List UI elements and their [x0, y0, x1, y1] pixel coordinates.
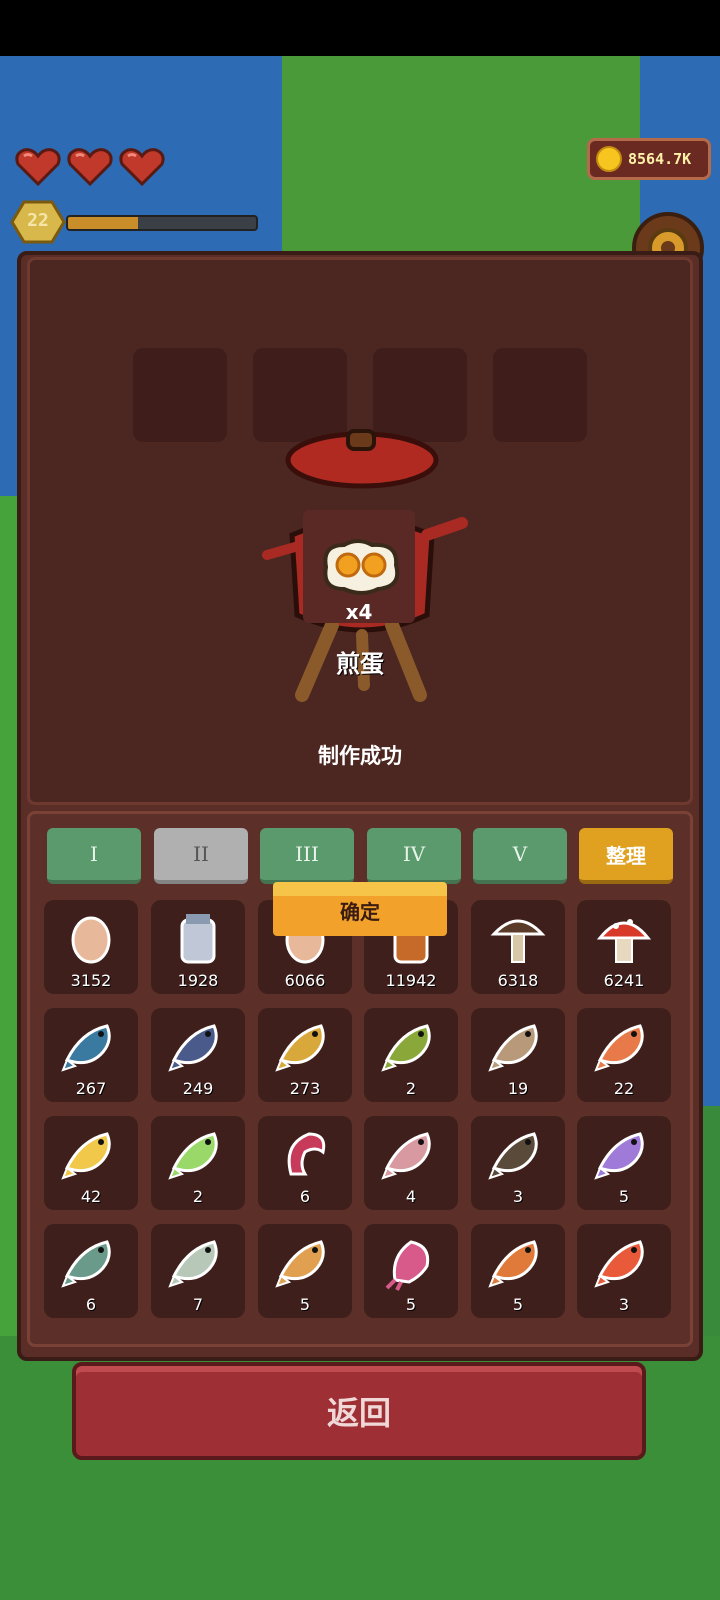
tab-tier-5[interactable]: V: [473, 828, 567, 884]
inventory-slot[interactable]: 249: [151, 1008, 245, 1102]
inventory-slot[interactable]: 42: [44, 1116, 138, 1210]
inventory-slot[interactable]: 6241: [577, 900, 671, 994]
fish-icon: [61, 1132, 111, 1180]
fish-icon: [488, 1240, 538, 1288]
fish-icon: [168, 1240, 218, 1288]
inventory-slot[interactable]: 2: [364, 1008, 458, 1102]
brown-mushroom-icon: [490, 919, 546, 963]
heart-icon: [67, 148, 113, 186]
item-quantity: 267: [75, 1079, 107, 1098]
item-quantity: 19: [507, 1079, 529, 1098]
inventory-slot[interactable]: 7: [151, 1224, 245, 1318]
heart-icon: [119, 148, 165, 186]
fish-icon: [61, 1024, 111, 1072]
result-count: x4: [345, 600, 373, 624]
item-quantity: 3152: [70, 971, 112, 990]
egg-icon: [71, 916, 111, 964]
item-quantity: 6318: [497, 971, 539, 990]
item-quantity: 5: [405, 1295, 417, 1314]
tab-tier-2[interactable]: II: [154, 828, 248, 884]
sort-button[interactable]: 整理: [579, 828, 673, 884]
inventory-slot[interactable]: 3: [577, 1224, 671, 1318]
inventory-slot[interactable]: 22: [577, 1008, 671, 1102]
fish-icon: [275, 1024, 325, 1072]
fish-icon: [61, 1240, 111, 1288]
fish-icon: [488, 1024, 538, 1072]
tab-tier-3[interactable]: III: [260, 828, 354, 884]
item-quantity: 5: [299, 1295, 311, 1314]
inventory-slot[interactable]: 19: [471, 1008, 565, 1102]
item-quantity: 22: [613, 1079, 635, 1098]
xp-bar-fill: [68, 217, 138, 229]
fried-egg-icon: [323, 539, 400, 595]
item-quantity: 6: [299, 1187, 311, 1206]
coin-counter[interactable]: 8564.7K: [587, 138, 711, 180]
item-quantity: 42: [80, 1187, 102, 1206]
squid-icon: [385, 1240, 430, 1291]
result-name: 煎蛋: [336, 650, 384, 678]
inventory-slot[interactable]: 5: [258, 1224, 352, 1318]
inventory-slot[interactable]: 6: [258, 1116, 352, 1210]
fish-icon: [381, 1132, 431, 1180]
item-quantity: 6241: [603, 971, 645, 990]
inventory-slot[interactable]: 6: [44, 1224, 138, 1318]
tab-tier-1[interactable]: I: [47, 828, 141, 884]
coin-icon: [596, 146, 622, 172]
item-quantity: 5: [512, 1295, 524, 1314]
inventory-slot[interactable]: 1928: [151, 900, 245, 994]
ingredient-slot[interactable]: [493, 348, 587, 442]
item-quantity: 2: [405, 1079, 417, 1098]
item-quantity: 273: [289, 1079, 321, 1098]
health-hearts: [14, 146, 166, 186]
fish-icon: [594, 1024, 644, 1072]
coin-amount: 8564.7K: [628, 150, 692, 168]
fish-icon: [594, 1132, 644, 1180]
fish-icon: [168, 1132, 218, 1180]
item-quantity: 6066: [284, 971, 326, 990]
ingredient-slot[interactable]: [133, 348, 227, 442]
item-quantity: 249: [182, 1079, 214, 1098]
inventory-slot[interactable]: 6318: [471, 900, 565, 994]
fish-icon: [275, 1240, 325, 1288]
inventory-slot[interactable]: 3152: [44, 900, 138, 994]
inventory-slot[interactable]: 5: [364, 1224, 458, 1318]
status-bar: [0, 0, 720, 56]
shrimp-icon: [287, 1132, 326, 1176]
inventory-slot[interactable]: 267: [44, 1008, 138, 1102]
item-quantity: 7: [192, 1295, 204, 1314]
milk-jar-icon: [180, 914, 216, 964]
item-quantity: 11942: [385, 971, 437, 990]
item-quantity: 1928: [177, 971, 219, 990]
inventory-slot[interactable]: 3: [471, 1116, 565, 1210]
item-quantity: 3: [618, 1295, 630, 1314]
confirm-button[interactable]: 确定: [273, 882, 447, 936]
item-quantity: 5: [618, 1187, 630, 1206]
fish-icon: [488, 1132, 538, 1180]
red-mushroom-icon: [596, 919, 652, 963]
craft-status-text: 制作成功: [318, 744, 402, 768]
item-quantity: 3: [512, 1187, 524, 1206]
fish-icon: [168, 1024, 218, 1072]
inventory-slot[interactable]: 5: [471, 1224, 565, 1318]
xp-bar: [66, 215, 258, 231]
player-level: 22: [27, 210, 49, 231]
fish-icon: [381, 1024, 431, 1072]
inventory-slot[interactable]: 4: [364, 1116, 458, 1210]
inventory-slot[interactable]: 2: [151, 1116, 245, 1210]
fish-icon: [594, 1240, 644, 1288]
inventory-slot[interactable]: 273: [258, 1008, 352, 1102]
heart-icon: [15, 148, 61, 186]
item-quantity: 2: [192, 1187, 204, 1206]
item-quantity: 4: [405, 1187, 417, 1206]
inventory-slot[interactable]: 5: [577, 1116, 671, 1210]
back-button[interactable]: 返回: [72, 1362, 646, 1460]
item-quantity: 6: [85, 1295, 97, 1314]
tab-tier-4[interactable]: IV: [367, 828, 461, 884]
